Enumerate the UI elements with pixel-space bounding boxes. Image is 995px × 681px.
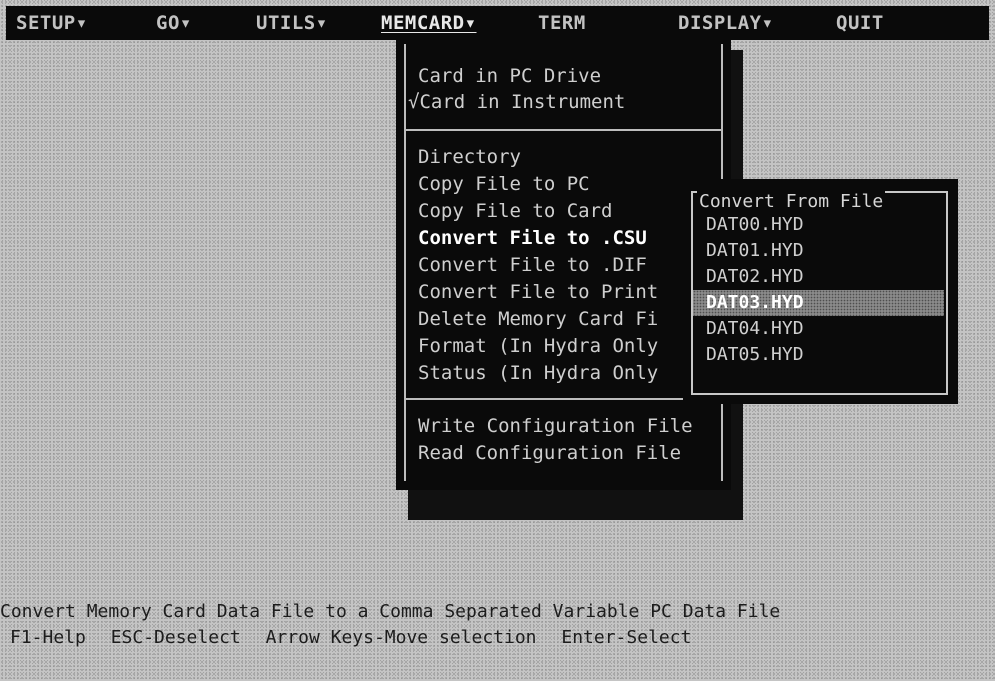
- menu-item-write-config-file[interactable]: Write Configuration File: [418, 414, 693, 438]
- file-item-dat04[interactable]: DAT04.HYD: [706, 316, 944, 342]
- submenu-title: Convert From File: [697, 191, 886, 213]
- hint-f1-help: F1-Help: [10, 627, 86, 648]
- menu-item-format[interactable]: Format (In Hydra Only: [418, 334, 658, 358]
- menu-utils[interactable]: UTILS▾: [256, 12, 328, 34]
- hint-arrow-keys: Arrow Keys-Move selection: [265, 627, 537, 648]
- menu-term[interactable]: TERM: [538, 12, 586, 34]
- menu-bar: SETUP▾ GO▾ UTILS▾ MEMCARD▾ TERM DISPLAY▾…: [6, 6, 989, 40]
- menu-item-copy-file-to-pc[interactable]: Copy File to PC: [418, 172, 590, 196]
- key-hints-bar: F1-Help ESC-Deselect Arrow Keys-Move sel…: [10, 625, 995, 651]
- menu-separator: [406, 129, 721, 131]
- submenu-frame: Convert From File DAT00.HYD DAT01.HYD DA…: [691, 191, 948, 395]
- menu-item-status[interactable]: Status (In Hydra Only: [418, 361, 658, 385]
- file-item-dat02[interactable]: DAT02.HYD: [706, 264, 944, 290]
- hint-enter-select: Enter-Select: [561, 627, 692, 648]
- hint-esc-deselect: ESC-Deselect: [110, 627, 241, 648]
- menu-item-card-in-pc-drive[interactable]: Card in PC Drive: [418, 64, 601, 88]
- menu-go[interactable]: GO▾: [156, 12, 192, 34]
- file-item-dat01[interactable]: DAT01.HYD: [706, 238, 944, 264]
- convert-from-file-submenu: Convert From File DAT00.HYD DAT01.HYD DA…: [683, 179, 958, 404]
- menu-setup[interactable]: SETUP▾: [16, 12, 88, 34]
- file-item-dat05[interactable]: DAT05.HYD: [706, 342, 944, 368]
- menu-item-read-config-file[interactable]: Read Configuration File: [418, 441, 681, 465]
- status-description: Convert Memory Card Data File to a Comma…: [0, 601, 781, 622]
- menu-memcard[interactable]: MEMCARD▾: [381, 12, 477, 34]
- menu-quit[interactable]: QUIT: [836, 12, 884, 34]
- menu-item-convert-to-print[interactable]: Convert File to Print: [418, 280, 658, 304]
- menu-item-convert-to-dif[interactable]: Convert File to .DIF: [418, 253, 647, 277]
- file-item-dat03[interactable]: DAT03.HYD: [693, 290, 944, 316]
- file-item-dat00[interactable]: DAT00.HYD: [706, 212, 944, 238]
- menu-item-delete-memory-card-file[interactable]: Delete Memory Card Fi: [418, 307, 658, 331]
- menu-item-directory[interactable]: Directory: [418, 145, 521, 169]
- menu-item-convert-to-csv[interactable]: Convert File to .CSU: [418, 226, 647, 250]
- memcard-dropdown: Card in PC Drive √Card in Instrument Dir…: [396, 38, 731, 490]
- menu-item-copy-file-to-card[interactable]: Copy File to Card: [418, 199, 612, 223]
- menu-display[interactable]: DISPLAY▾: [678, 12, 774, 34]
- menu-item-card-in-instrument[interactable]: √Card in Instrument: [408, 90, 625, 114]
- menu-separator: [406, 398, 721, 400]
